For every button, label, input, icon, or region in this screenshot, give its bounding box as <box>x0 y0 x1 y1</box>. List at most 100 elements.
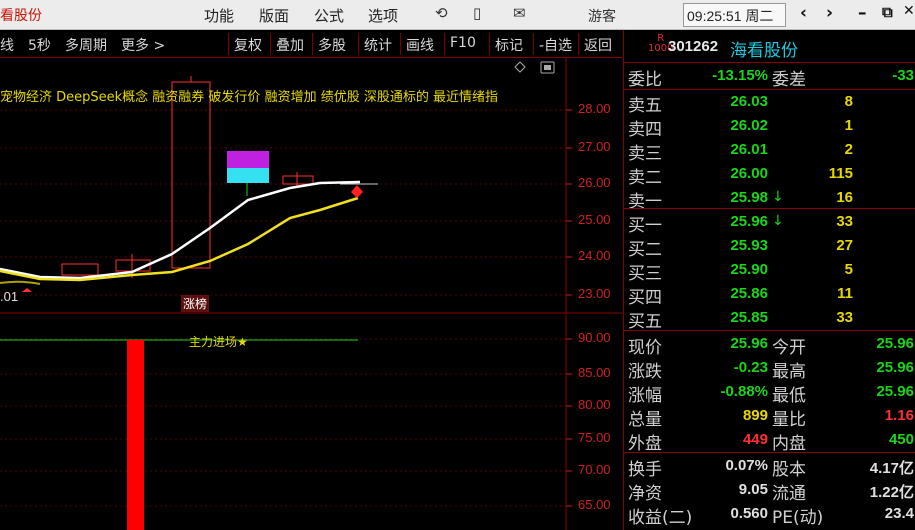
price-tick: 24.00 <box>578 248 611 263</box>
title-bar: 看股份 功能 版面 公式 选项 ⟲ ▯ ✉ 游客 09:25:51 周二 ‹ ›… <box>0 0 915 30</box>
bid-row[interactable]: 买二 25.93 27 <box>624 235 915 260</box>
stat-label: 最低 <box>772 386 806 406</box>
bid-price: 25.86 <box>730 285 768 302</box>
btn-f10[interactable]: F10 <box>444 33 489 55</box>
quote-panel: R 1000 301262 海看股份 委比 -13.15% 委差 -33 卖五 26… <box>623 30 915 530</box>
btn-multi-stock[interactable]: 多股 <box>312 33 358 55</box>
menu-layout[interactable]: 版面 <box>259 5 289 26</box>
ask-price: 26.01 <box>730 141 768 158</box>
stat-label: 现价 <box>628 338 662 358</box>
btn-watchlist[interactable]: -自选 <box>533 33 578 55</box>
more-menu[interactable]: 更多 > <box>121 35 165 55</box>
bid-price: 25.90 <box>730 261 768 278</box>
main-force-bar <box>127 340 144 530</box>
stat-row: 外盘 449 内盘 450 <box>624 429 915 454</box>
price-tick: 27.00 <box>578 139 611 154</box>
back-button[interactable]: ‹ <box>800 3 807 23</box>
menu-formula[interactable]: 公式 <box>314 5 344 26</box>
stat-row: 涨幅 -0.88% 最低 25.96 <box>624 381 915 406</box>
forward-button[interactable]: › <box>826 3 833 23</box>
guest-login[interactable]: 游客 <box>588 6 616 26</box>
price-tick: 25.00 <box>578 212 611 227</box>
bid-volume: 33 <box>836 309 853 326</box>
ask-label: 卖五 <box>628 96 662 116</box>
down-arrow-icon: ↓ <box>772 189 784 205</box>
concept-tags[interactable]: 宠物经济 DeepSeek概念 融资融券 破发行价 融资增加 绩优股 深股通标的… <box>0 86 498 105</box>
ask-row[interactable]: 卖四 26.02 1 <box>624 115 915 140</box>
ask-label: 卖二 <box>628 168 662 188</box>
mail-icon[interactable]: ✉ <box>513 4 526 22</box>
period-line[interactable]: 线 <box>0 35 14 55</box>
weibi-row: 委比 -13.15% 委差 -33 <box>624 65 915 90</box>
phone-icon[interactable]: ▯ <box>473 4 481 22</box>
ask-price: 26.02 <box>730 117 768 134</box>
bid-label: 买五 <box>628 312 662 332</box>
bid-label: 买三 <box>628 264 662 284</box>
stock-code: 301262 <box>668 38 719 55</box>
btn-draw[interactable]: 画线 <box>400 33 444 55</box>
period-5s[interactable]: 5秒 <box>28 35 51 55</box>
menu-function[interactable]: 功能 <box>204 5 234 26</box>
btn-overlay[interactable]: 叠加 <box>270 33 312 55</box>
btn-mark[interactable]: 标记 <box>489 33 533 55</box>
ask-row[interactable]: 卖三 26.01 2 <box>624 139 915 164</box>
stat-label: 最高 <box>772 362 806 382</box>
candle <box>61 263 99 276</box>
weibi-label: 委比 <box>628 70 662 90</box>
bid-row[interactable]: 买一 25.96 ↓ 33 <box>624 211 915 236</box>
stat-label: 净资 <box>628 484 662 504</box>
ask-volume: 115 <box>828 165 853 182</box>
bid-volume: 11 <box>837 285 853 302</box>
ask-row[interactable]: 卖二 26.00 115 <box>624 163 915 188</box>
ask-price: 26.03 <box>730 93 768 110</box>
low-marker-curve <box>0 280 41 285</box>
btn-fuquan[interactable]: 复权 <box>228 33 270 55</box>
bid-row[interactable]: 买三 25.90 5 <box>624 259 915 284</box>
ask-volume: 8 <box>844 93 853 110</box>
menu-options[interactable]: 选项 <box>368 5 398 26</box>
stat-value: 25.96 <box>730 335 768 352</box>
ask-label: 卖三 <box>628 144 662 164</box>
bid-price: 25.85 <box>730 309 768 326</box>
clock: 09:25:51 周二 <box>683 3 786 27</box>
restore-button[interactable]: ⧉ <box>882 3 893 21</box>
price-tick: 28.00 <box>578 101 611 116</box>
stock-name[interactable]: 海看股份 <box>730 36 798 61</box>
ask-volume: 16 <box>836 189 853 206</box>
stat-value: 9.05 <box>738 481 768 498</box>
indicator-tick: 75.00 <box>578 430 611 445</box>
bid-row[interactable]: 买四 25.86 11 <box>624 283 915 308</box>
stat-label: 股本 <box>772 460 806 480</box>
close-button[interactable]: ✕ <box>903 3 915 19</box>
stat-label: 外盘 <box>628 434 662 454</box>
kline-chart[interactable] <box>0 58 622 530</box>
stat-label: 量比 <box>772 410 806 430</box>
stat-value: 449 <box>742 431 768 448</box>
refresh-icon[interactable]: ⟲ <box>435 4 448 22</box>
multi-period[interactable]: 多周期 <box>65 35 107 55</box>
ask-volume: 1 <box>844 117 853 134</box>
divider <box>624 62 915 63</box>
ma-white-line <box>0 180 361 280</box>
stat-value: -0.88% <box>720 383 768 400</box>
window-toggle-inner <box>544 65 551 70</box>
candle-down <box>227 168 269 183</box>
app-title: 看股份 <box>0 8 42 24</box>
ask-row[interactable]: 卖五 26.03 8 <box>624 91 915 116</box>
main-force-label: 主力进场★ <box>189 335 248 349</box>
bid-price: 25.96 <box>730 213 768 230</box>
stat-row: 涨跌 -0.23 最高 25.96 <box>624 357 915 382</box>
indicator-tick: 80.00 <box>578 397 611 412</box>
diamond-toggle-icon <box>514 61 526 73</box>
stat-value: 1.16 <box>884 407 914 424</box>
stat-value: 4.17亿 <box>869 460 914 477</box>
btn-return[interactable]: 返回 <box>578 33 622 55</box>
btn-stats[interactable]: 统计 <box>358 33 400 55</box>
weicha-value: -33 <box>892 67 914 84</box>
stat-label: 总量 <box>628 410 662 430</box>
stat-value: 0.560 <box>730 505 768 522</box>
divider <box>624 89 915 90</box>
minimize-button[interactable]: – <box>858 3 867 23</box>
bid-row[interactable]: 买五 25.85 33 <box>624 307 915 332</box>
low-up-arrow-icon <box>22 288 32 292</box>
